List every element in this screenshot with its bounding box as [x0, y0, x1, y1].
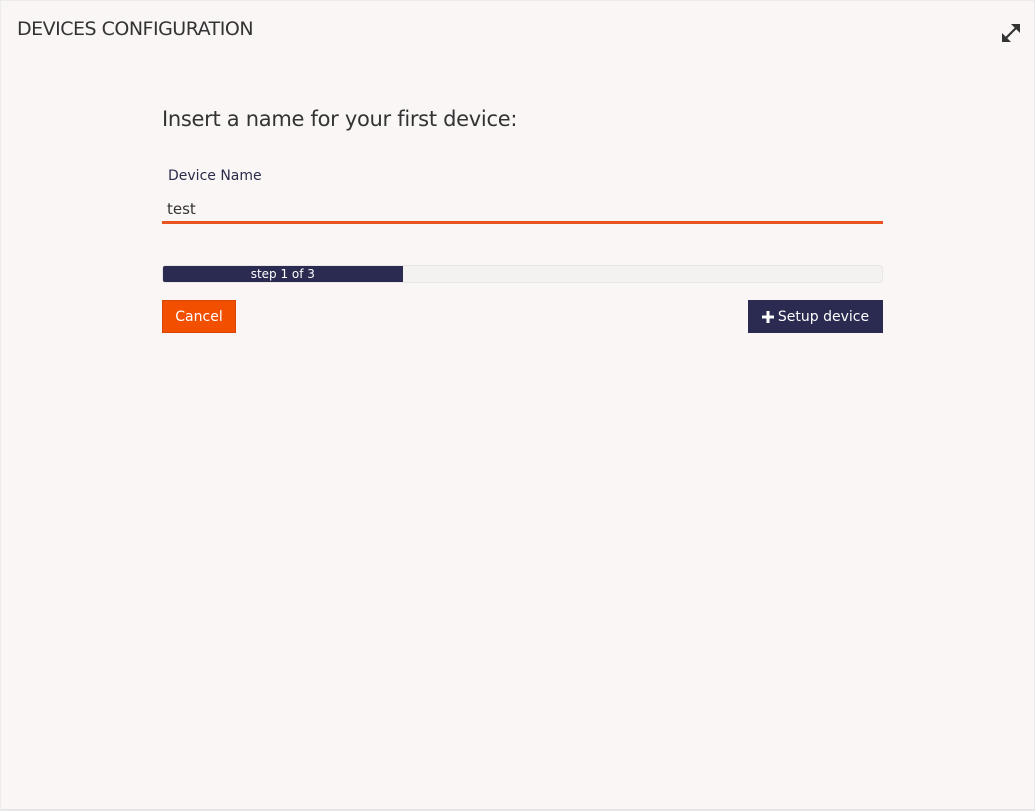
step-progress-fill: step 1 of 3 — [163, 266, 403, 282]
step-progress-bar: step 1 of 3 — [162, 265, 883, 283]
device-name-prompt: Insert a name for your first device: — [162, 107, 518, 131]
device-name-input[interactable] — [162, 196, 883, 224]
devices-configuration-panel: DEVICES CONFIGURATION Insert a name for … — [0, 0, 1035, 811]
setup-device-button-label: Setup device — [777, 308, 870, 325]
cancel-button[interactable]: Cancel — [162, 300, 236, 333]
cancel-button-label: Cancel — [175, 308, 223, 325]
panel-title: DEVICES CONFIGURATION — [17, 18, 254, 40]
device-name-label: Device Name — [168, 168, 262, 184]
plus-icon — [761, 310, 774, 323]
expand-arrows-icon[interactable] — [1000, 22, 1022, 44]
setup-device-button[interactable]: Setup device — [748, 300, 883, 333]
